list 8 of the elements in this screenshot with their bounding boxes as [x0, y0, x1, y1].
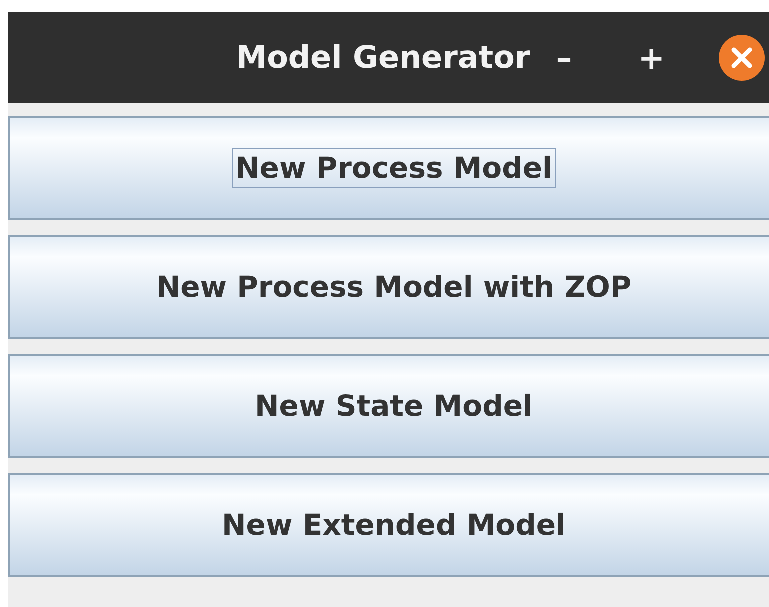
maximize-button[interactable]: +: [638, 42, 665, 74]
minimize-button[interactable]: –: [556, 42, 572, 74]
close-icon[interactable]: [719, 34, 765, 80]
action-button[interactable]: New Extended Model: [8, 473, 769, 577]
action-button[interactable]: New State Model: [8, 354, 769, 458]
action-button[interactable]: New Process Model: [8, 116, 769, 220]
window-title: Model Generator: [236, 40, 530, 76]
action-button[interactable]: New Process Model with ZOP: [8, 235, 769, 339]
